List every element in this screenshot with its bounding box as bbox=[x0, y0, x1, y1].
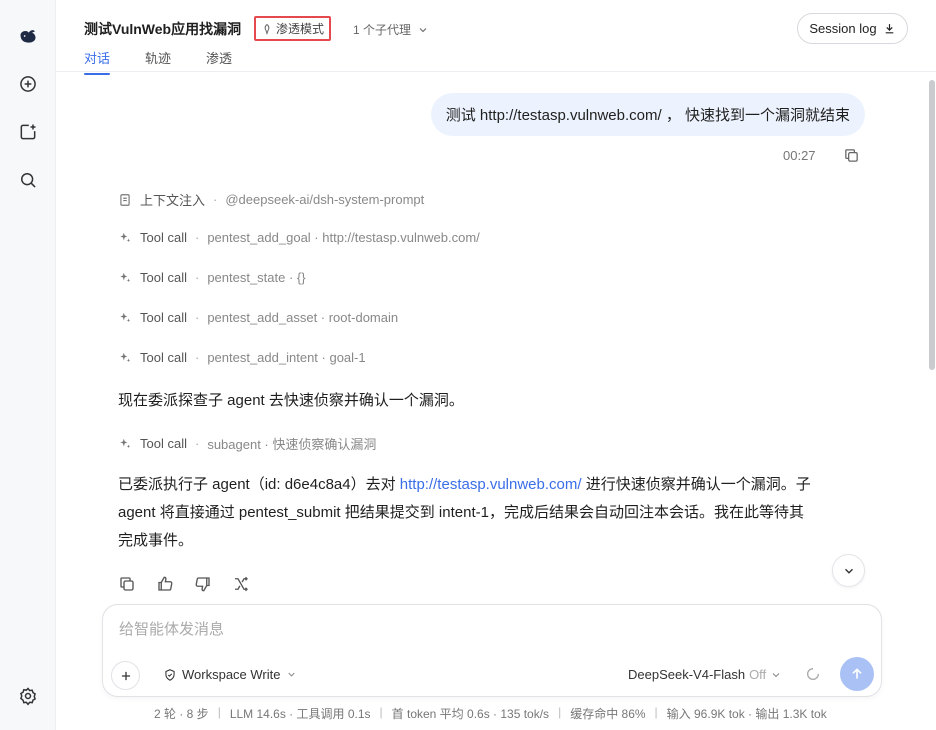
step-detail: subagent · 快速侦察确认漏洞 bbox=[207, 437, 377, 452]
shield-edit-icon bbox=[165, 668, 175, 681]
scrollbar[interactable] bbox=[928, 72, 936, 372]
document-icon bbox=[118, 193, 132, 207]
step-detail: pentest_add_goal · http://testasp.vulnwe… bbox=[207, 230, 480, 245]
scroll-to-bottom-button[interactable] bbox=[832, 554, 865, 587]
arrow-up-icon bbox=[852, 668, 862, 679]
chat-header: 测试VulnWeb应用找漏洞 渗透模式 1 个子代理 Session log 对… bbox=[56, 0, 936, 75]
new-window-icon[interactable] bbox=[14, 118, 42, 146]
stat-turns: 2 轮 · 8 步 bbox=[154, 707, 209, 721]
step-label: 上下文注入 bbox=[140, 193, 206, 208]
message-timestamp: 00:27 bbox=[783, 148, 816, 163]
model-label: DeepSeek-V4-Flash bbox=[628, 667, 746, 682]
step-label: Tool call bbox=[140, 270, 187, 285]
view-tabs: 对话 轨迹 渗透 bbox=[84, 48, 232, 75]
message-input[interactable] bbox=[119, 621, 859, 638]
step-label: Tool call bbox=[140, 350, 187, 365]
mode-badge-label: 渗透模式 bbox=[275, 22, 324, 36]
agent-count-label: 1 个子代理 bbox=[353, 23, 412, 37]
workspace-label: Workspace Write bbox=[182, 667, 281, 682]
step-detail: @deepseek-ai/dsh-system-prompt bbox=[225, 192, 425, 207]
plus-icon bbox=[121, 671, 130, 680]
search-icon[interactable] bbox=[14, 166, 42, 194]
usage-stats: 2 轮 · 8 步 | LLM 14.6s · 工具调用 0.1s | 首 to… bbox=[154, 705, 827, 721]
chevron-down-icon bbox=[419, 27, 427, 32]
chevron-down-icon bbox=[287, 672, 295, 677]
step-label: Tool call bbox=[140, 230, 187, 245]
stat-cache: 缓存命中 86% bbox=[570, 707, 646, 721]
whale-logo-icon[interactable] bbox=[14, 22, 42, 50]
stat-tokens: 输入 96.9K tok · 输出 1.3K tok bbox=[666, 707, 827, 721]
subagent-dropdown[interactable]: 1 个子代理 bbox=[353, 21, 429, 38]
thumbs-down-icon[interactable] bbox=[194, 575, 212, 593]
sparkle-icon bbox=[118, 311, 132, 325]
step-tool-call[interactable]: Tool call · pentest_add_goal · http://te… bbox=[118, 230, 480, 245]
step-detail: pentest_add_asset · root-domain bbox=[207, 310, 399, 325]
tab-trace[interactable]: 轨迹 bbox=[145, 48, 171, 73]
branch-icon[interactable] bbox=[232, 575, 250, 593]
stat-latency: LLM 14.6s · 工具调用 0.1s bbox=[229, 707, 371, 721]
copy-icon[interactable] bbox=[118, 575, 136, 593]
step-tool-call-subagent[interactable]: Tool call · subagent · 快速侦察确认漏洞 bbox=[118, 434, 376, 453]
send-button[interactable] bbox=[840, 657, 874, 691]
loading-spinner-icon bbox=[805, 666, 821, 682]
session-log-label: Session log bbox=[809, 21, 877, 36]
tab-pentest[interactable]: 渗透 bbox=[206, 48, 232, 73]
step-tool-call[interactable]: Tool call · pentest_state · {} bbox=[118, 270, 306, 285]
new-chat-icon[interactable] bbox=[14, 70, 42, 98]
step-tool-call[interactable]: Tool call · pentest_add_intent · goal-1 bbox=[118, 350, 366, 365]
model-selector[interactable]: DeepSeek-V4-Flash Off bbox=[628, 667, 782, 682]
user-message-bubble: 测试 http://testasp.vulnweb.com/ ， 快速找到一个漏… bbox=[430, 93, 865, 136]
tab-chat[interactable]: 对话 bbox=[84, 48, 111, 75]
target-link[interactable]: http://testasp.vulnweb.com/ bbox=[400, 476, 582, 493]
step-label: Tool call bbox=[140, 436, 187, 451]
assistant-text: 已委派执行子 agent（id: d6e4c8a4）去对 http://test… bbox=[118, 476, 811, 549]
stat-first-token: 首 token 平均 0.6s · 135 tok/s bbox=[391, 707, 550, 721]
copy-icon[interactable] bbox=[843, 147, 860, 164]
mode-icon bbox=[264, 23, 270, 35]
message-composer: Workspace Write DeepSeek-V4-Flash Off bbox=[102, 604, 882, 697]
chevron-down-icon bbox=[772, 672, 780, 677]
model-state: Off bbox=[749, 667, 767, 682]
message-actions bbox=[118, 575, 250, 593]
session-log-button[interactable]: Session log bbox=[797, 13, 908, 44]
thumbs-up-icon[interactable] bbox=[156, 575, 174, 593]
left-rail bbox=[0, 0, 56, 730]
pentest-mode-badge[interactable]: 渗透模式 bbox=[254, 16, 331, 41]
add-attachment-button[interactable] bbox=[111, 661, 140, 690]
step-context-injection[interactable]: 上下文注入 · @deepseek-ai/dsh-system-prompt bbox=[118, 190, 424, 209]
step-label: Tool call bbox=[140, 310, 187, 325]
chevron-down-icon bbox=[844, 568, 853, 574]
step-detail: pentest_add_intent · goal-1 bbox=[207, 350, 366, 365]
settings-gear-icon[interactable] bbox=[14, 682, 42, 710]
sparkle-icon bbox=[118, 231, 132, 245]
step-tool-call[interactable]: Tool call · pentest_add_asset · root-dom… bbox=[118, 310, 398, 325]
sparkle-icon bbox=[118, 437, 132, 451]
scroll-thumb[interactable] bbox=[929, 80, 935, 370]
workspace-permission-dropdown[interactable]: Workspace Write bbox=[163, 667, 297, 682]
step-detail: pentest_state · {} bbox=[207, 270, 306, 285]
assistant-text: 现在委派探查子 agent 去快速侦察并确认一个漏洞。 bbox=[118, 392, 464, 409]
download-icon bbox=[885, 24, 893, 34]
page-title: 测试VulnWeb应用找漏洞 bbox=[84, 21, 242, 37]
sparkle-icon bbox=[118, 351, 132, 365]
sparkle-icon bbox=[118, 271, 132, 285]
